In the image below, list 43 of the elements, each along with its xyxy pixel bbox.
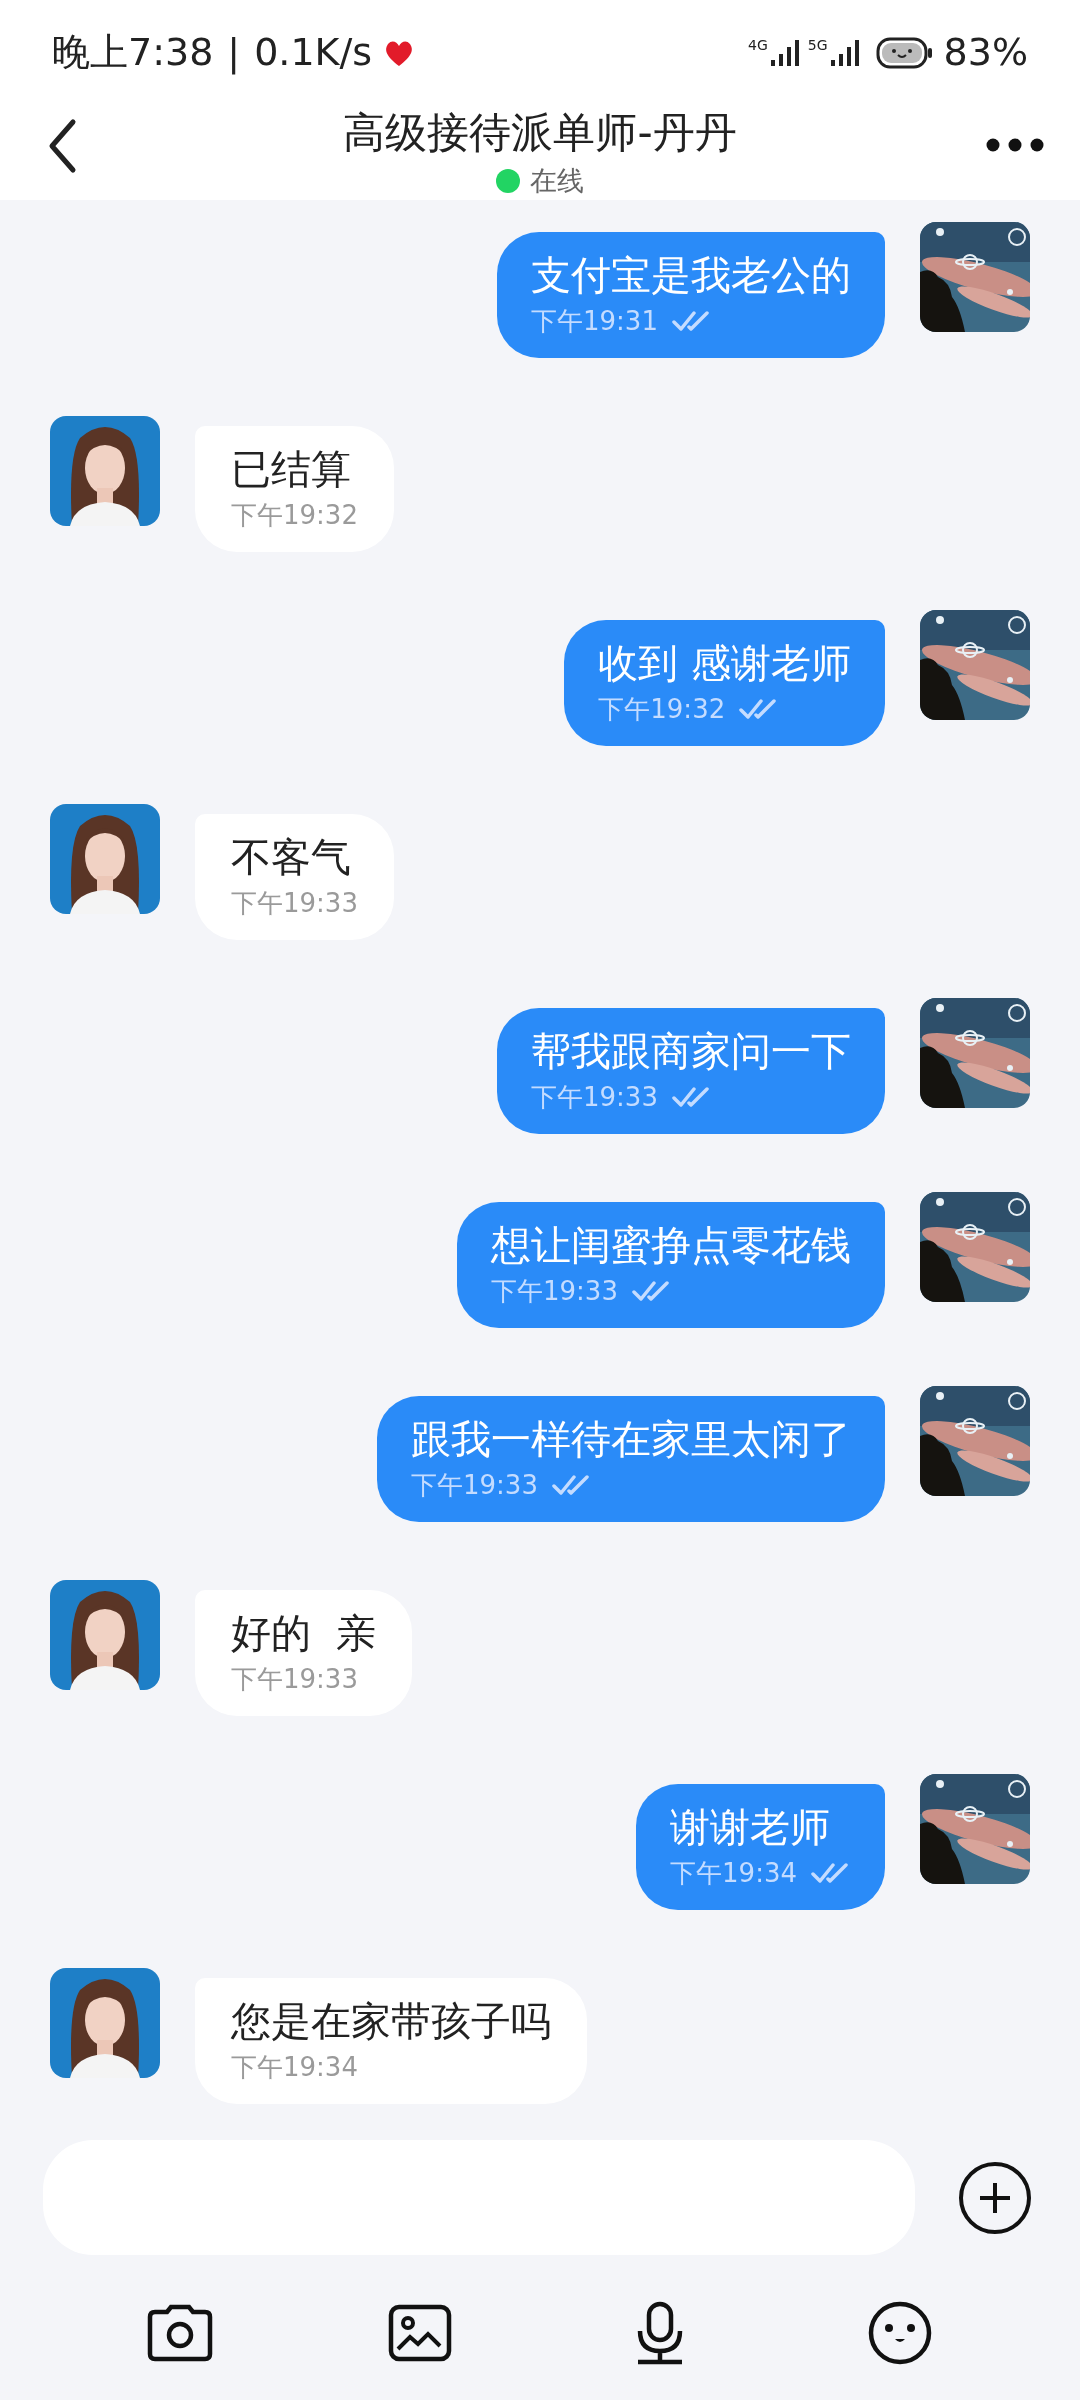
message-text: 帮我跟商家问一下 — [531, 1027, 851, 1076]
read-check-icon — [671, 310, 712, 332]
message-time: 下午19:34 — [670, 1857, 797, 1890]
presence-status: 在线 — [530, 164, 584, 198]
message-text: 跟我一样待在家里太闲了 — [411, 1415, 851, 1464]
message-time: 下午19:34 — [231, 2051, 358, 2084]
add-button[interactable] — [959, 2161, 1031, 2234]
message-text: 谢谢老师 — [670, 1803, 832, 1852]
message-text: 已结算 — [231, 445, 352, 494]
network-label: 5G — [807, 37, 828, 52]
message-time: 下午19:32 — [598, 693, 726, 726]
camera-icon — [147, 2303, 213, 2362]
more-icon — [986, 138, 1044, 152]
signal-icon — [769, 37, 800, 68]
message-text: 想让闺蜜挣点零花钱 — [491, 1221, 851, 1270]
back-icon — [47, 118, 77, 174]
signal-icon — [829, 37, 860, 68]
read-check-icon — [671, 1086, 712, 1108]
message-text: 好的 亲 — [231, 1609, 377, 1658]
chat-title: 高级接待派单师-丹丹 — [343, 107, 737, 159]
status-separator: | — [227, 29, 241, 77]
message-text: 不客气 — [231, 833, 352, 882]
message-time: 下午19:32 — [231, 499, 358, 532]
read-check-icon — [551, 1474, 592, 1496]
message-time: 下午19:33 — [531, 1081, 658, 1114]
message-text: 收到 感谢老师 — [598, 639, 851, 688]
message-time: 下午19:33 — [491, 1275, 618, 1308]
message-time: 下午19:33 — [231, 887, 358, 920]
battery-icon — [875, 36, 934, 69]
status-time: 晚上7:38 — [52, 29, 214, 76]
smiley-icon — [868, 2300, 932, 2365]
message-time: 下午19:31 — [531, 305, 658, 338]
battery-percent: 83% — [943, 29, 1028, 76]
read-check-icon — [631, 1280, 672, 1302]
plus-icon — [978, 2180, 1012, 2215]
message-text: 您是在家带孩子吗 — [231, 1997, 551, 2046]
message-text: 支付宝是我老公的 — [531, 251, 851, 300]
network-label: 4G — [748, 37, 768, 52]
message-time: 下午19:33 — [231, 1663, 358, 1696]
message-time: 下午19:33 — [411, 1469, 538, 1502]
read-check-icon — [811, 1862, 851, 1884]
image-icon — [388, 2303, 452, 2362]
network-speed: 0.1K/s — [254, 29, 373, 76]
